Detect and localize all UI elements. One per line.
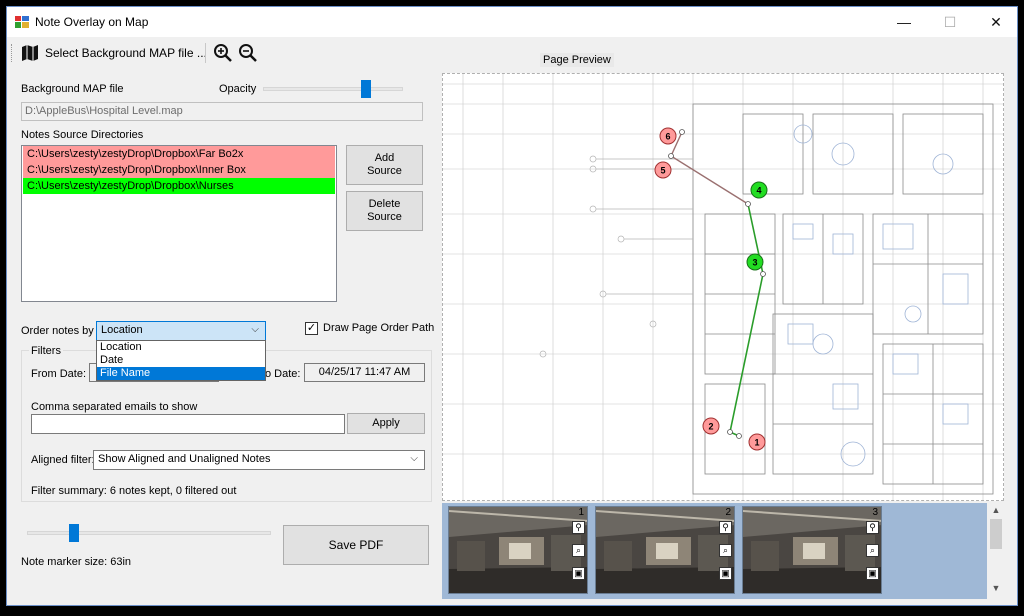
chevron-down-icon: ⌵	[410, 453, 418, 464]
minimize-button[interactable]: —	[881, 7, 927, 37]
aligned-filter-combo[interactable]: Show Aligned and Unaligned Notes ⌵	[93, 450, 425, 470]
title-bar: Note Overlay on Map — ☐ ✕	[7, 7, 1017, 37]
delete-source-button[interactable]: Delete Source	[346, 191, 423, 231]
order-combo-value: Location	[101, 324, 143, 336]
camera-icon[interactable]: ▣	[572, 567, 585, 580]
note-marker-2[interactable]: 2	[702, 417, 733, 435]
floor-plan-annotations	[539, 155, 693, 358]
app-icon	[15, 16, 29, 28]
source-list-item[interactable]: C:\Users\zesty\zestyDrop\Dropbox\Nurses	[23, 178, 335, 194]
location-pin-icon[interactable]: ⚲	[719, 521, 732, 534]
emails-input[interactable]	[31, 414, 345, 434]
thumbnail[interactable]: 2 ⚲ ⌕ ▣	[595, 506, 735, 594]
toolbar-grip	[11, 44, 13, 62]
marker-size-slider-thumb[interactable]	[69, 524, 80, 542]
page-preview-title: Page Preview	[540, 53, 614, 67]
scroll-up-icon[interactable]: ▲	[988, 505, 1004, 519]
map-file-path-field[interactable]: D:\AppleBus\Hospital Level.map	[21, 102, 423, 121]
to-date-label: o Date:	[265, 368, 301, 380]
add-source-button[interactable]: Add Source	[346, 145, 423, 185]
draw-path-checkbox[interactable]: ✓	[305, 322, 318, 335]
aligned-filter-label: Aligned filter:	[31, 454, 95, 466]
opacity-slider-track[interactable]	[263, 87, 403, 91]
order-combo[interactable]: Location ⌵	[96, 321, 266, 341]
camera-icon[interactable]: ▣	[719, 567, 732, 580]
note-marker-label: 5	[660, 166, 665, 176]
chevron-down-icon: ⌵	[251, 324, 259, 335]
map-file-label: Background MAP file	[21, 83, 124, 95]
path-line-green	[729, 203, 764, 437]
add-source-label: Add Source	[367, 152, 402, 177]
location-pin-icon[interactable]: ⚲	[866, 521, 879, 534]
window-title: Note Overlay on Map	[35, 15, 149, 29]
order-option[interactable]: Location	[97, 341, 265, 354]
magnify-icon[interactable]: ⌕	[719, 544, 732, 557]
scroll-thumb[interactable]	[990, 519, 1002, 549]
location-pin-icon[interactable]: ⚲	[572, 521, 585, 534]
marker-size-label: Note marker size: 63in	[21, 556, 132, 568]
note-marker-label: 4	[756, 186, 761, 196]
scroll-down-icon[interactable]: ▼	[988, 583, 1004, 597]
from-date-label: From Date:	[31, 368, 87, 380]
order-option[interactable]: File Name	[97, 367, 265, 380]
filters-group-label: Filters	[29, 345, 63, 357]
toolbar-separator	[205, 43, 206, 63]
emails-label: Comma separated emails to show	[31, 401, 198, 413]
to-date-field[interactable]: 04/25/17 11:47 AM	[304, 363, 425, 382]
magnify-icon[interactable]: ⌕	[572, 544, 585, 557]
thumbnail-number: 3	[872, 507, 878, 518]
thumbnail-strip: 1 ⚲ ⌕ ▣ 2 ⚲ ⌕ ▣ 3 ⚲ ⌕ ▣	[442, 503, 987, 599]
draw-path-label: Draw Page Order Path	[323, 322, 435, 334]
magnify-icon[interactable]: ⌕	[866, 544, 879, 557]
opacity-slider-thumb[interactable]	[360, 80, 371, 98]
marker-size-slider-track[interactable]	[27, 531, 271, 535]
source-list-item[interactable]: C:\Users\zesty\zestyDrop\Dropbox\Far Bo2…	[23, 146, 335, 162]
thumbnail-photo	[743, 507, 881, 593]
zoom-in-icon[interactable]	[213, 43, 233, 63]
thumbnail[interactable]: 3 ⚲ ⌕ ▣	[742, 506, 882, 594]
sources-label: Notes Source Directories	[21, 129, 144, 141]
filter-summary: Filter summary: 6 notes kept, 0 filtered…	[31, 485, 237, 497]
thumbnail-number: 2	[725, 507, 731, 518]
apply-button[interactable]: Apply	[347, 413, 425, 434]
delete-source-label: Delete Source	[367, 198, 402, 223]
source-list-item[interactable]: C:\Users\zesty\zestyDrop\Dropbox\Inner B…	[23, 162, 335, 178]
page-order-path	[670, 131, 764, 437]
map-icon[interactable]	[21, 44, 39, 62]
floor-plan-grid	[443, 74, 1003, 500]
order-option[interactable]: Date	[97, 354, 265, 367]
thumbnail-number: 1	[578, 507, 584, 518]
note-marker-1[interactable]: 1	[736, 433, 766, 451]
maximize-button[interactable]: ☐	[927, 7, 973, 37]
floor-plan: 1 2 3 4 5 6	[443, 74, 1003, 500]
note-marker-label: 2	[708, 422, 713, 432]
main-window: Note Overlay on Map — ☐ ✕ Select Backgro…	[6, 6, 1018, 606]
note-markers[interactable]: 1 2 3 4 5 6	[654, 127, 768, 451]
path-line-brown	[670, 131, 749, 205]
camera-icon[interactable]: ▣	[866, 567, 879, 580]
toolbar: Select Background MAP file ...	[7, 37, 1017, 69]
note-marker-5[interactable]: 5	[654, 153, 674, 179]
note-marker-label: 3	[752, 258, 757, 268]
thumbnail-photo	[449, 507, 587, 593]
order-dropdown: Location Date File Name	[96, 340, 266, 381]
aligned-filter-value: Show Aligned and Unaligned Notes	[98, 453, 271, 465]
close-button[interactable]: ✕	[973, 7, 1017, 37]
select-map-button[interactable]: Select Background MAP file ...	[45, 46, 207, 60]
note-marker-label: 6	[665, 132, 670, 142]
order-label: Order notes by	[21, 325, 94, 337]
floor-plan-fixtures	[787, 124, 969, 467]
thumbnail-photo	[596, 507, 734, 593]
map-preview[interactable]: 1 2 3 4 5 6	[442, 73, 1004, 501]
opacity-label-text: Opacity	[219, 83, 257, 95]
zoom-out-icon[interactable]	[238, 43, 258, 63]
note-marker-label: 1	[754, 438, 759, 448]
thumbnail-scrollbar[interactable]: ▲ ▼	[988, 503, 1004, 599]
note-marker-3[interactable]: 3	[746, 253, 766, 277]
save-pdf-button[interactable]: Save PDF	[283, 525, 429, 565]
thumbnail[interactable]: 1 ⚲ ⌕ ▣	[448, 506, 588, 594]
sources-listbox[interactable]: C:\Users\zesty\zestyDrop\Dropbox\Far Bo2…	[21, 145, 337, 302]
